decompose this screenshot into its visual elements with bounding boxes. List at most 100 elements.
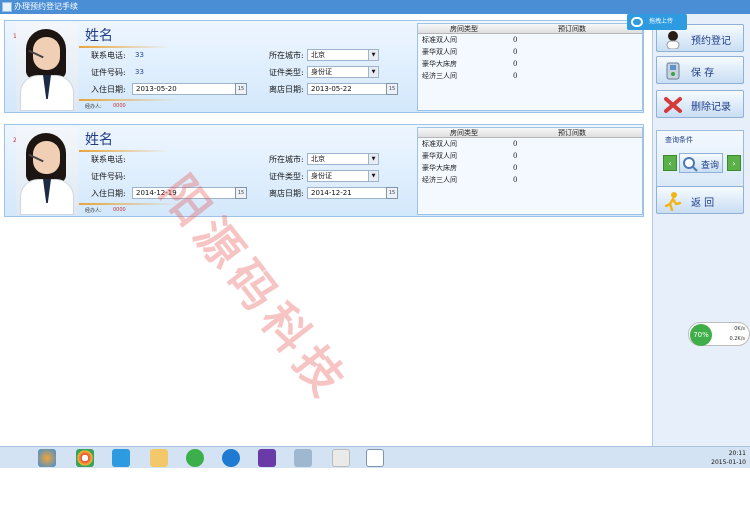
cat-icon[interactable] <box>332 449 350 467</box>
room-type: 标准双人间 <box>422 140 457 148</box>
room-count: 0 <box>513 152 518 160</box>
room-type: 豪华双人间 <box>422 152 457 160</box>
agent-underline <box>79 99 179 101</box>
checkin-field[interactable]: 2013-05-20 <box>132 83 236 95</box>
id-number-value: 33 <box>135 68 144 76</box>
id-number-label: 证件号码: <box>91 68 126 77</box>
chevron-down-icon[interactable]: ▼ <box>368 50 378 60</box>
clock-date: 2015-01-10 <box>711 459 746 466</box>
taskbar: 20:11 2015-01-10 <box>0 446 750 468</box>
search-icon <box>683 157 698 172</box>
query-button[interactable]: 查询 <box>679 153 723 173</box>
room-table: 房间类型 预订间数 标准双人间 0 豪华双人间 0 豪华大床房 0 经济三人间 0 <box>417 23 643 111</box>
table-row[interactable]: 经济三人间 0 <box>418 71 642 82</box>
room-count: 0 <box>513 140 518 148</box>
drag-upload-widget[interactable]: 拖拽上传 <box>627 14 687 30</box>
id-number-label: 证件号码: <box>91 172 126 181</box>
folder-icon[interactable] <box>150 449 168 467</box>
network-speed-widget[interactable]: 70% 0K/s 0.2K/s <box>688 322 750 346</box>
table-row[interactable]: 豪华大床房 0 <box>418 163 642 174</box>
delete-label: 删除记录 <box>691 102 731 113</box>
room-count: 0 <box>513 164 518 172</box>
id-type-select[interactable]: 身份证 ▼ <box>307 66 379 78</box>
cloud-app-icon[interactable] <box>112 449 130 467</box>
guest-name: 姓名 <box>85 28 113 44</box>
download-speed: 0.2K/s <box>729 336 745 342</box>
table-row[interactable]: 豪华双人间 0 <box>418 47 642 58</box>
clock-time: 20:11 <box>728 450 746 457</box>
name-underline <box>79 46 169 48</box>
checkin-label: 入住日期: <box>91 85 126 94</box>
room-type: 豪华大床房 <box>422 60 457 68</box>
room-count: 0 <box>513 60 518 68</box>
room-table-header: 房间类型 预订间数 <box>418 24 642 34</box>
id-type-value: 身份证 <box>311 68 332 76</box>
visual-studio-icon[interactable] <box>258 449 276 467</box>
save-button[interactable]: 保 存 <box>656 56 744 84</box>
city-label: 所在城市: <box>269 51 304 60</box>
room-type: 经济三人间 <box>422 176 457 184</box>
speed-percent: 70% <box>690 324 712 346</box>
receptionist-photo <box>16 23 78 111</box>
next-arrow-icon[interactable]: › <box>727 155 741 171</box>
paint-icon[interactable] <box>294 449 312 467</box>
receptionist-photo <box>16 127 78 215</box>
checkout-label: 离店日期: <box>269 85 304 94</box>
chevron-down-icon[interactable]: ▼ <box>368 171 378 181</box>
city-select[interactable]: 北京 ▼ <box>307 49 379 61</box>
checkout-label: 离店日期: <box>269 189 304 198</box>
agent-underline <box>79 203 179 205</box>
id-type-label: 证件类型: <box>269 68 304 77</box>
running-man-icon <box>664 192 682 211</box>
title-bar: 办理预约登记手续 <box>0 0 750 14</box>
sync-icon[interactable] <box>186 449 204 467</box>
calendar-icon[interactable]: 15 <box>386 83 398 95</box>
city-select[interactable]: 北京 ▼ <box>307 153 379 165</box>
chevron-down-icon[interactable]: ▼ <box>368 154 378 164</box>
table-row[interactable]: 经济三人间 0 <box>418 175 642 186</box>
action-sidebar: 预约登记 保 存 删除记录 查询条件 ‹ 查询 › 返 回 <box>652 14 750 446</box>
calendar-icon[interactable]: 15 <box>235 187 247 199</box>
agent-value: 0000 <box>113 103 126 109</box>
city-value: 北京 <box>311 51 325 59</box>
calendar-icon[interactable]: 15 <box>386 187 398 199</box>
table-row[interactable]: 标准双人间 0 <box>418 139 642 150</box>
back-button[interactable]: 返 回 <box>656 186 744 214</box>
agent-label: 经办人: <box>85 104 102 110</box>
main-panel: 1 姓名 联系电话: 33 所在城市: 北京 ▼ 证件号码: 33 证件类型: 身… <box>0 14 652 446</box>
system-clock[interactable]: 20:11 2015-01-10 <box>711 449 746 467</box>
ie-icon[interactable] <box>222 449 240 467</box>
register-label: 预约登记 <box>691 36 731 47</box>
room-count: 0 <box>513 48 518 56</box>
app-window-icon[interactable] <box>366 449 384 467</box>
room-count: 0 <box>513 72 518 80</box>
calendar-icon[interactable]: 15 <box>235 83 247 95</box>
room-type: 豪华双人间 <box>422 48 457 56</box>
city-label: 所在城市: <box>269 155 304 164</box>
checkin-label: 入住日期: <box>91 189 126 198</box>
phone-label: 联系电话: <box>91 155 126 164</box>
room-table-header: 房间类型 预订间数 <box>418 128 642 138</box>
checkin-field[interactable]: 2014-12-19 <box>132 187 236 199</box>
table-row[interactable]: 豪华双人间 0 <box>418 151 642 162</box>
guest-name: 姓名 <box>85 132 113 148</box>
back-label: 返 回 <box>691 198 715 209</box>
room-table: 房间类型 预订间数 标准双人间 0 豪华双人间 0 豪华大床房 0 经济三人间 0 <box>417 127 643 215</box>
table-row[interactable]: 豪华大床房 0 <box>418 59 642 70</box>
reservation-card[interactable]: 2 姓名 联系电话: 所在城市: 北京 ▼ 证件号码: 证件类型: 身份证 ▼ 入住… <box>4 124 644 217</box>
table-row[interactable]: 标准双人间 0 <box>418 35 642 46</box>
prev-arrow-icon[interactable]: ‹ <box>663 155 677 171</box>
id-type-label: 证件类型: <box>269 172 304 181</box>
checkout-field[interactable]: 2014-12-21 <box>307 187 387 199</box>
id-type-value: 身份证 <box>311 172 332 180</box>
chevron-down-icon[interactable]: ▼ <box>368 67 378 77</box>
start-icon[interactable] <box>38 449 56 467</box>
id-type-select[interactable]: 身份证 ▼ <box>307 170 379 182</box>
agent-value: 0000 <box>113 207 126 213</box>
checkout-field[interactable]: 2013-05-22 <box>307 83 387 95</box>
reservation-card[interactable]: 1 姓名 联系电话: 33 所在城市: 北京 ▼ 证件号码: 33 证件类型: 身… <box>4 20 644 113</box>
chrome-icon[interactable] <box>76 449 94 467</box>
delete-button[interactable]: 删除记录 <box>656 90 744 118</box>
query-panel: 查询条件 ‹ 查询 › <box>656 130 744 192</box>
window-title: 办理预约登记手续 <box>14 2 78 11</box>
